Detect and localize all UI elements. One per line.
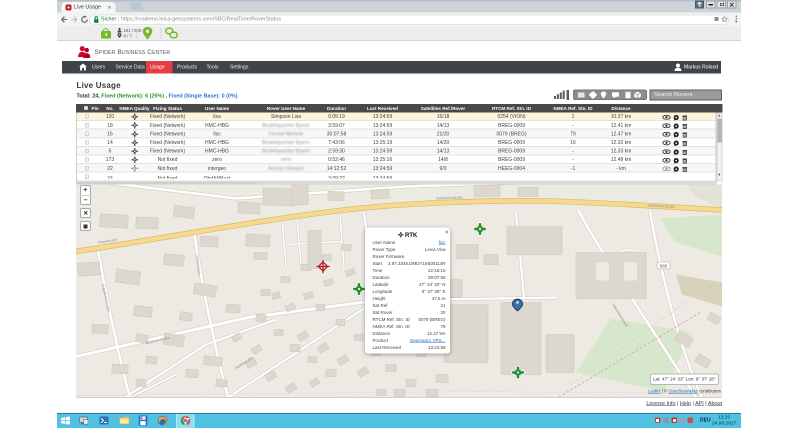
svg-text:680: 680 — [660, 263, 668, 268]
